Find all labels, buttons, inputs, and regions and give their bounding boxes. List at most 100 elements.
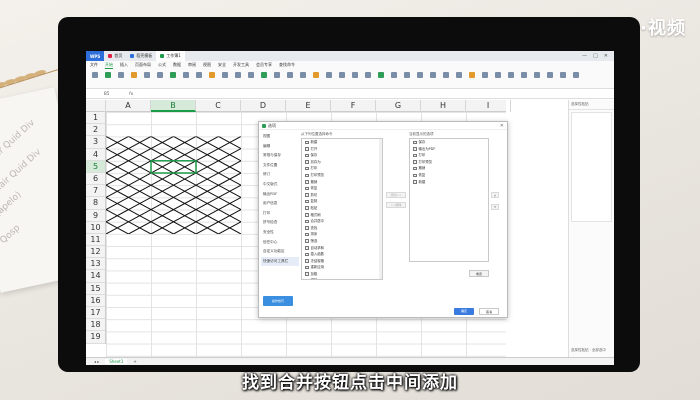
menu-insert[interactable]: 插入 bbox=[120, 62, 128, 68]
toolbar-button[interactable] bbox=[298, 70, 308, 86]
toolbar-button[interactable] bbox=[129, 70, 139, 86]
row-header[interactable]: 11 bbox=[86, 234, 105, 247]
column-header[interactable]: C bbox=[196, 100, 241, 112]
add-sheet-icon[interactable]: + bbox=[133, 359, 136, 364]
command-item[interactable]: 保存 bbox=[410, 139, 488, 146]
toolbar-button[interactable] bbox=[428, 70, 438, 86]
command-item[interactable]: 查找 bbox=[302, 225, 382, 232]
scrollbar[interactable] bbox=[379, 139, 382, 279]
toolbar-button[interactable] bbox=[259, 70, 269, 86]
column-header[interactable]: F bbox=[331, 100, 376, 112]
command-item[interactable]: 冻结窗格 bbox=[302, 258, 382, 265]
toolbar-button[interactable] bbox=[272, 70, 282, 86]
command-item[interactable]: 复制 bbox=[302, 198, 382, 205]
command-item[interactable]: 新建 bbox=[302, 139, 382, 146]
dialog-nav-item[interactable]: 常规与保存 bbox=[261, 151, 299, 161]
row-header[interactable]: 10 bbox=[86, 222, 105, 234]
dialog-nav-item[interactable]: 修订 bbox=[261, 170, 299, 180]
dialog-nav-item[interactable]: 信任中心 bbox=[261, 238, 299, 248]
menu-member[interactable]: 会员专享 bbox=[256, 62, 272, 68]
row-header[interactable]: 3 bbox=[86, 136, 105, 149]
menu-search[interactable]: 查找命令 bbox=[279, 62, 295, 68]
row-header[interactable]: 16 bbox=[86, 295, 105, 307]
toolbar-button[interactable] bbox=[337, 70, 347, 86]
toolbar-button[interactable] bbox=[233, 70, 243, 86]
toolbar-button[interactable] bbox=[441, 70, 451, 86]
toolbar-button[interactable] bbox=[90, 70, 100, 86]
selected-cell[interactable] bbox=[150, 160, 197, 174]
command-item[interactable]: 自动求和 bbox=[302, 245, 382, 252]
menu-review[interactable]: 审阅 bbox=[188, 62, 196, 68]
toolbar-button[interactable] bbox=[506, 70, 516, 86]
row-header[interactable]: 7 bbox=[86, 185, 105, 198]
dialog-nav-item[interactable]: 自定义功能区 bbox=[261, 247, 299, 257]
command-item[interactable]: 插入函数 bbox=[302, 251, 382, 258]
toolbar-button[interactable] bbox=[480, 70, 490, 86]
command-item[interactable]: 打印 bbox=[302, 165, 382, 172]
row-header[interactable]: 17 bbox=[86, 307, 105, 320]
toolbar-button[interactable] bbox=[389, 70, 399, 86]
toolbar-button[interactable] bbox=[558, 70, 568, 86]
dialog-nav-item[interactable]: 用户信息 bbox=[261, 199, 299, 209]
row-header[interactable]: 1 bbox=[86, 112, 105, 125]
toolbar-button[interactable] bbox=[519, 70, 529, 86]
toolbar-button[interactable] bbox=[116, 70, 126, 86]
dialog-nav-item[interactable]: 安全性 bbox=[261, 228, 299, 238]
dialog-nav-item[interactable]: 编辑 bbox=[261, 142, 299, 152]
app-logo[interactable]: WPS bbox=[86, 51, 105, 61]
available-list[interactable]: 新建 打开 保存 另存为 打印 打印预览 撤销 恢复 剪切 复制 粘贴 格式刷 合并居中 查找 排序 筛选 自动… bbox=[301, 138, 383, 280]
toolbar-button[interactable] bbox=[467, 70, 477, 86]
toolbar-button[interactable] bbox=[311, 70, 321, 86]
command-item[interactable]: 打开 bbox=[302, 146, 382, 153]
toolbar-button[interactable] bbox=[376, 70, 386, 86]
row-header[interactable]: 8 bbox=[86, 197, 105, 210]
menu-security[interactable]: 安全 bbox=[218, 62, 226, 68]
toolbar-button[interactable] bbox=[168, 70, 178, 86]
toolbar-button[interactable] bbox=[220, 70, 230, 86]
cell-reference[interactable]: B5 bbox=[104, 91, 109, 96]
toolbar-button[interactable] bbox=[454, 70, 464, 86]
command-item[interactable]: 剪切 bbox=[302, 192, 382, 199]
dialog-close-button[interactable]: ✕ bbox=[500, 123, 504, 129]
dialog-nav-item[interactable]: 输出PDF bbox=[261, 190, 299, 200]
command-item[interactable]: 另存为 bbox=[302, 159, 382, 166]
column-header[interactable]: B bbox=[151, 100, 196, 112]
menu-file[interactable]: 文件 bbox=[90, 62, 98, 68]
toolbar-button[interactable] bbox=[246, 70, 256, 86]
command-item[interactable]: 撤销 bbox=[302, 179, 382, 186]
sheet-tab[interactable]: Sheet1 bbox=[105, 359, 128, 364]
maximize-button[interactable]: □ bbox=[593, 53, 598, 59]
toolbar-button[interactable] bbox=[207, 70, 217, 86]
command-item[interactable]: 新建 bbox=[410, 179, 488, 186]
command-item[interactable]: 打印 bbox=[410, 152, 488, 159]
command-item[interactable]: 加粗 bbox=[302, 271, 382, 278]
toolbar-button[interactable] bbox=[363, 70, 373, 86]
move-down-button[interactable]: ▼ bbox=[491, 204, 499, 210]
menu-view[interactable]: 视图 bbox=[203, 62, 211, 68]
remove-button[interactable]: <<删除 bbox=[386, 202, 406, 208]
toolbar-button[interactable] bbox=[402, 70, 412, 86]
sheet-nav-icon[interactable]: ◂ ▸ bbox=[94, 359, 99, 364]
command-item[interactable]: 恢复 bbox=[410, 172, 488, 179]
menu-data[interactable]: 数据 bbox=[173, 62, 181, 68]
tab-workbook[interactable]: 工作簿1 bbox=[156, 51, 185, 61]
tab-templates[interactable]: 稻壳模板 bbox=[126, 51, 156, 61]
row-header[interactable]: 19 bbox=[86, 331, 105, 344]
toolbar-button[interactable] bbox=[103, 70, 113, 86]
toolbar-button[interactable] bbox=[155, 70, 165, 86]
ok-button[interactable]: 确定 bbox=[454, 308, 474, 315]
dialog-nav-item[interactable]: 快速访问工具栏 bbox=[261, 256, 299, 267]
toolbar-button[interactable] bbox=[545, 70, 555, 86]
menu-page-layout[interactable]: 页面布局 bbox=[135, 62, 151, 68]
toolbar-button[interactable] bbox=[142, 70, 152, 86]
row-header[interactable]: 2 bbox=[86, 124, 105, 137]
tips-button[interactable]: 操作技巧 bbox=[263, 296, 293, 306]
column-header[interactable]: D bbox=[241, 100, 286, 112]
dialog-nav-item[interactable]: 打印 bbox=[261, 209, 299, 219]
dialog-nav-item[interactable]: 视图 bbox=[261, 132, 299, 142]
row-header[interactable]: 6 bbox=[86, 173, 105, 186]
current-list[interactable]: 保存 输出为PDF 打印 打印预览 撤销 恢复 新建 bbox=[409, 138, 489, 262]
close-button[interactable]: ✕ bbox=[604, 53, 608, 59]
command-item[interactable]: 保存 bbox=[302, 152, 382, 159]
command-item[interactable]: 格式刷 bbox=[302, 212, 382, 219]
